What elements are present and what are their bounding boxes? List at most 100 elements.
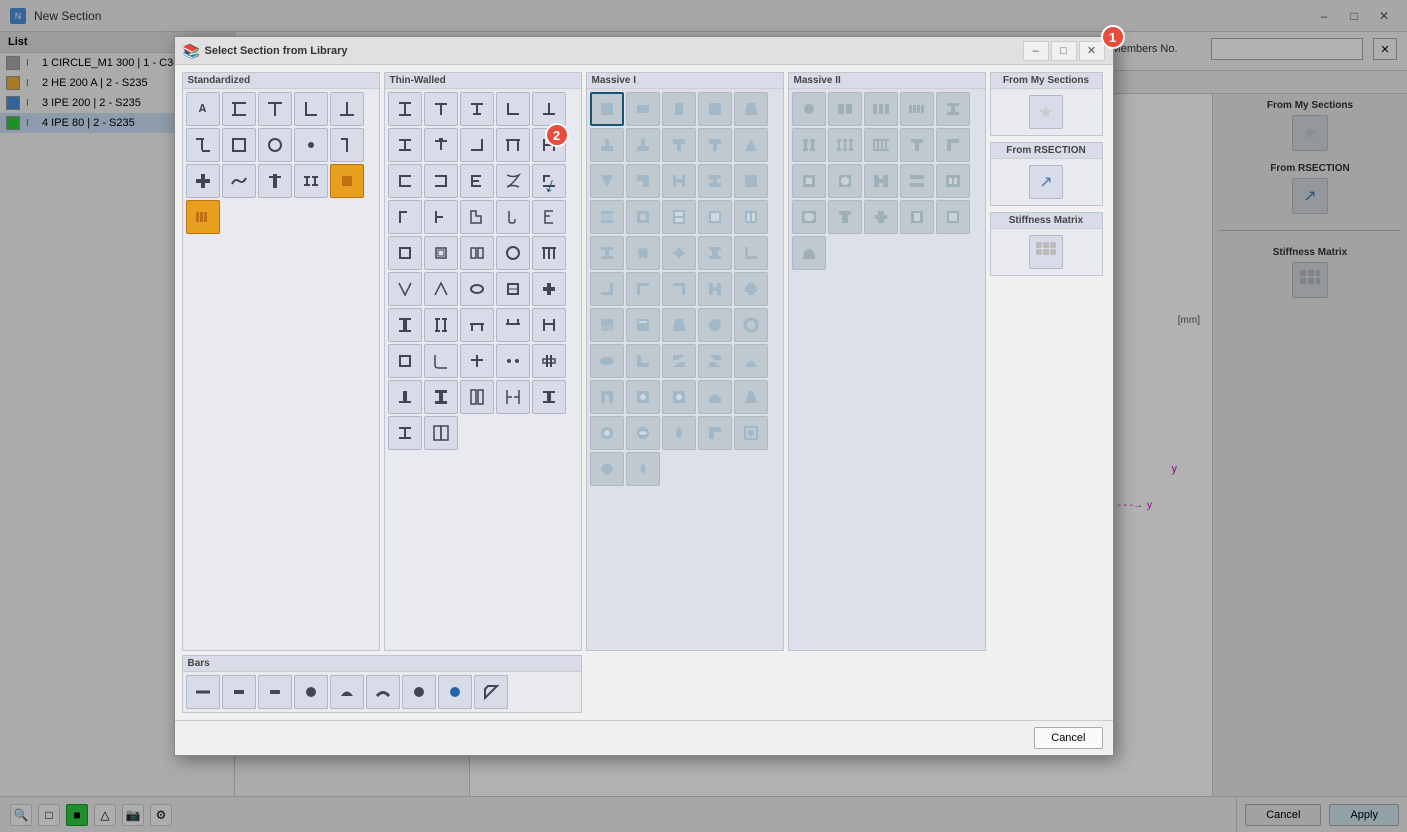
massive1-drop[interactable] [662,416,696,450]
massive1-rect4[interactable] [698,92,732,126]
tw-t-sym2[interactable] [424,128,458,162]
tw-hook[interactable] [496,200,530,234]
massive1-t2[interactable] [626,128,660,162]
std-rect[interactable] [222,128,256,162]
massive1-h10[interactable] [590,380,624,414]
dialog-maximize-btn[interactable]: □ [1051,41,1077,61]
std-z-shape[interactable] [186,128,220,162]
massive1-z2[interactable] [698,344,732,378]
m2-h[interactable] [864,164,898,198]
m2-tt[interactable] [864,200,898,234]
massive1-i[interactable] [590,236,624,270]
tw-pi3[interactable] [460,308,494,342]
tw-box[interactable] [388,236,422,270]
bar-circ2[interactable] [402,675,436,709]
tw-o[interactable] [496,236,530,270]
dialog-cancel-button[interactable]: Cancel [1034,727,1102,749]
tw-c[interactable] [388,164,422,198]
std-l-beam[interactable] [294,92,328,126]
bar-rect[interactable] [222,675,256,709]
tw-t[interactable] [424,92,458,126]
massive1-h4[interactable] [590,200,624,234]
massive1-drop2[interactable] [626,452,660,486]
massive1-trap2[interactable] [662,308,696,342]
massive1-t7[interactable] [698,416,732,450]
m2-h2[interactable] [900,164,934,198]
tw-t-down[interactable] [532,92,566,126]
massive1-circ4[interactable] [590,452,624,486]
massive1-l5[interactable] [626,344,660,378]
massive1-trap[interactable] [734,92,768,126]
tw-pi[interactable] [496,128,530,162]
std-person[interactable] [258,164,292,198]
massive1-rect7[interactable] [626,308,660,342]
massive1-arc2[interactable] [734,344,768,378]
massive1-rect9[interactable] [662,380,696,414]
std-z-alt[interactable] [330,128,364,162]
std-ix-double[interactable] [186,200,220,234]
tw-l-sym[interactable] [388,200,422,234]
massive1-arc[interactable] [698,308,732,342]
tw-hook2[interactable] [424,344,458,378]
massive1-l3[interactable] [626,272,660,306]
tw-l4[interactable] [424,200,458,234]
massive1-circ2[interactable] [590,416,624,450]
tw-pi5[interactable] [532,308,566,342]
massive1-rect5[interactable] [734,272,768,306]
tw-bg[interactable] [460,200,494,234]
massive1-h6[interactable] [662,200,696,234]
tw-box2[interactable] [424,236,458,270]
massive1-t-inv[interactable] [698,128,732,162]
massive1-oval[interactable] [590,344,624,378]
m2-t[interactable] [828,200,862,234]
tw-t3[interactable] [460,344,494,378]
massive1-rect6[interactable] [590,308,624,342]
tw-b[interactable] [496,164,530,198]
m2-i2[interactable] [900,128,934,162]
m2-i5[interactable] [828,164,862,198]
rsection-btn-dialog[interactable]: ↗ [1029,165,1063,199]
std-t-beam[interactable] [258,92,292,126]
std-plus[interactable] [186,164,220,198]
std-wave[interactable] [222,164,256,198]
tw-v[interactable] [388,272,422,306]
massive1-h5[interactable] [626,200,660,234]
massive1-i2[interactable] [698,236,732,270]
std-dot[interactable] [294,128,328,162]
massive1-z[interactable] [662,344,696,378]
std-circle[interactable] [258,128,292,162]
tw-i2[interactable] [388,308,422,342]
tw-l[interactable] [496,92,530,126]
massive1-arc3[interactable] [698,380,732,414]
m2-h3[interactable] [900,200,934,234]
m2-hhhh[interactable] [900,92,934,126]
massive1-l4[interactable] [662,272,696,306]
bar-circ3[interactable] [438,675,472,709]
tw-c2[interactable] [460,164,494,198]
tw-plus2[interactable] [496,344,530,378]
tw-plus[interactable] [532,272,566,306]
bar-rect2[interactable] [258,675,292,709]
massive1-circ3[interactable] [626,416,660,450]
massive1-x2[interactable] [662,236,696,270]
tw-t-sym3[interactable] [388,416,422,450]
m2-hhh[interactable] [864,92,898,126]
massive1-h8[interactable] [734,200,768,234]
tw-o-sym[interactable] [460,272,494,306]
tw-v-sym[interactable] [424,272,458,306]
tw-i[interactable] [388,92,422,126]
massive1-h7[interactable] [698,200,732,234]
m2-i[interactable] [936,92,970,126]
massive1-t5[interactable] [590,164,624,198]
bar-arc2[interactable] [366,675,400,709]
tw-box4[interactable] [496,272,530,306]
tw-i6[interactable] [460,380,494,414]
tw-sigma[interactable] [532,200,566,234]
tw-i4[interactable] [532,344,566,378]
massive1-t[interactable] [590,128,624,162]
massive1-h[interactable] [662,164,696,198]
m2-hh2[interactable] [936,164,970,198]
bar-arc[interactable] [330,675,364,709]
massive1-circ[interactable] [734,308,768,342]
massive1-rect8[interactable] [626,380,660,414]
